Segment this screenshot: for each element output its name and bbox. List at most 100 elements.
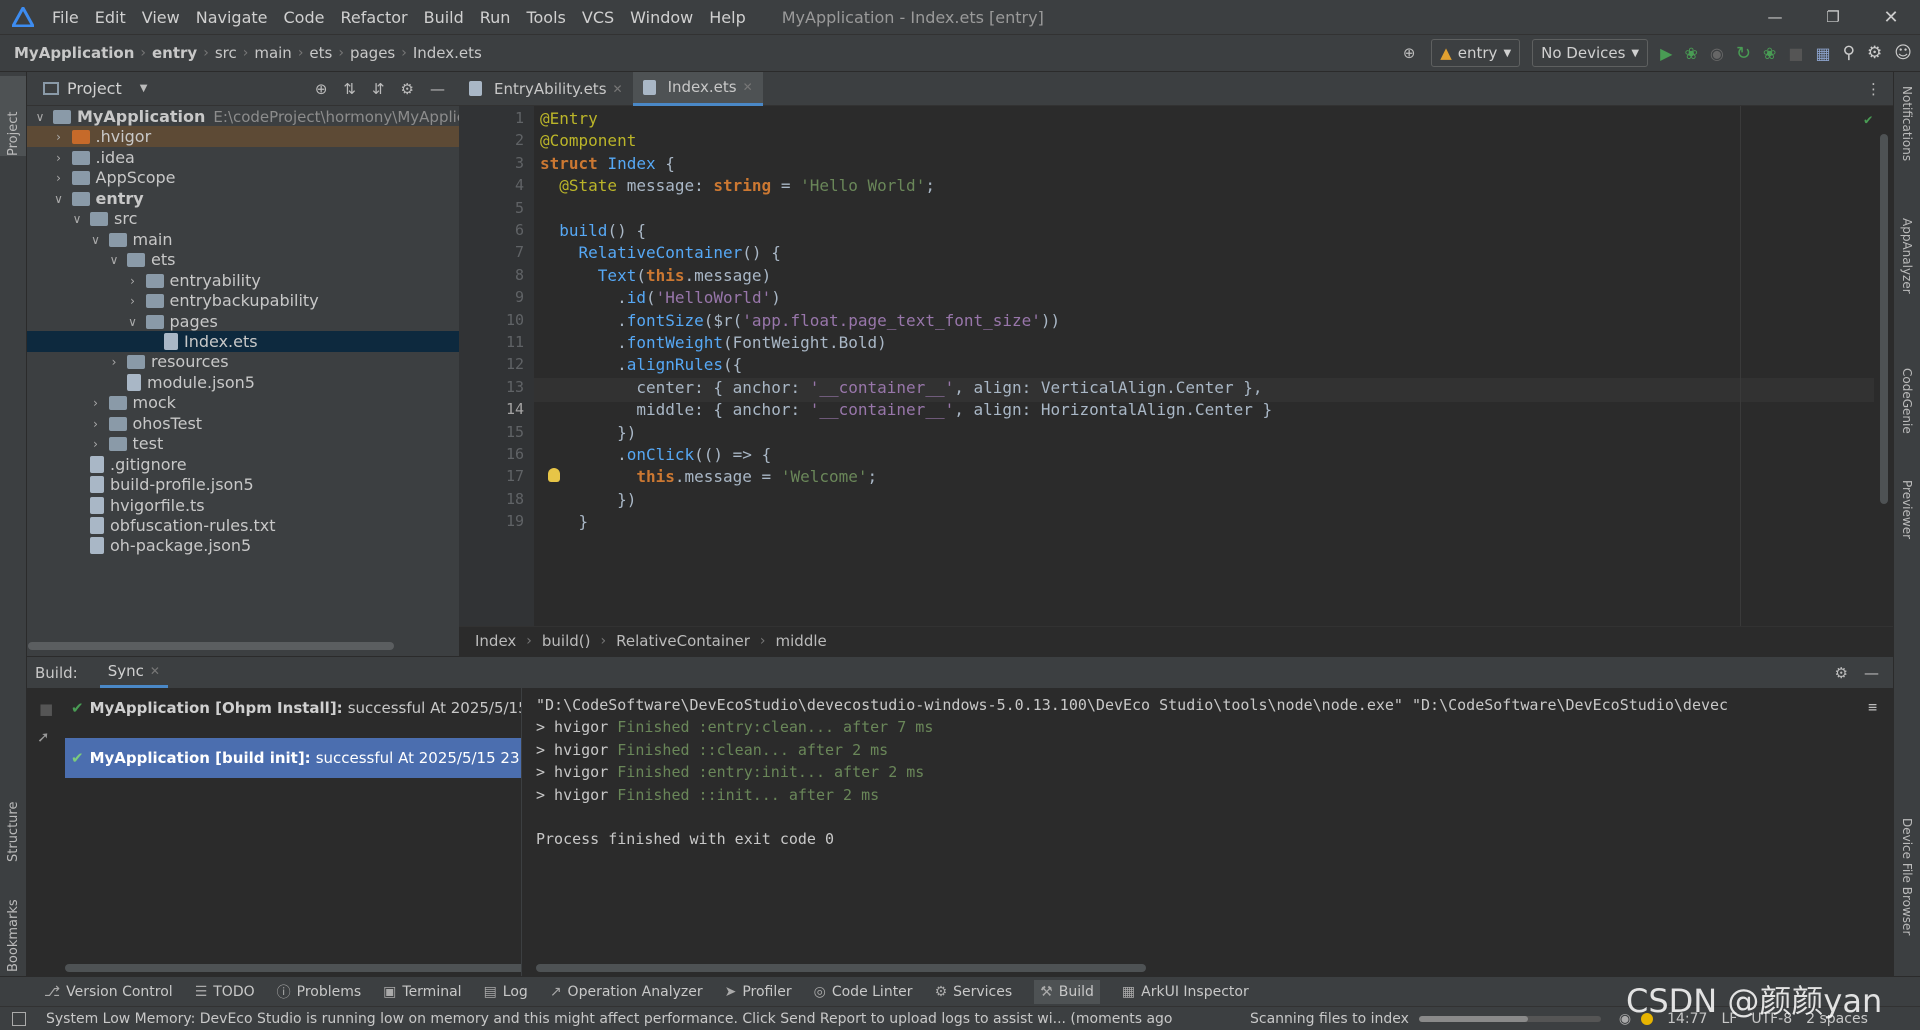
editor-breadcrumb-item[interactable]: build() xyxy=(542,632,591,650)
code-line[interactable]: center: { anchor: '__container__', align… xyxy=(540,378,1262,397)
expand-all-icon[interactable]: ⇅ xyxy=(343,80,356,98)
code-line[interactable]: Text(this.message) xyxy=(540,266,771,285)
menu-tools[interactable]: Tools xyxy=(526,8,565,27)
editor-breadcrumb-item[interactable]: RelativeContainer xyxy=(616,632,750,650)
tab-index[interactable]: Index.ets ✕ xyxy=(632,71,763,106)
build-task-row[interactable]: ✔ MyApplication [build init]: successful… xyxy=(65,738,521,778)
chevron-down-icon[interactable]: ∨ xyxy=(52,192,66,206)
menu-view[interactable]: View xyxy=(142,8,180,27)
debug-icon[interactable]: ❀ xyxy=(1684,44,1697,63)
hide-panel-icon[interactable]: — xyxy=(430,80,445,98)
menu-run[interactable]: Run xyxy=(480,8,511,27)
code-line[interactable]: }) xyxy=(540,490,636,509)
project-tree-scrollbar[interactable] xyxy=(28,642,394,650)
breadcrumb-item[interactable]: Index.ets xyxy=(413,44,482,62)
more-tabs-icon[interactable]: ⋮ xyxy=(1866,80,1881,98)
menu-help[interactable]: Help xyxy=(709,8,745,27)
locate-file-icon[interactable]: ⊕ xyxy=(315,80,328,98)
chevron-down-icon[interactable]: ∨ xyxy=(33,110,47,124)
stop-build-icon[interactable]: ■ xyxy=(39,700,53,718)
stripe-device-file-browser[interactable]: Device File Browser xyxy=(1900,818,1914,939)
restore-button[interactable]: ❐ xyxy=(1804,0,1862,34)
chevron-right-icon[interactable]: › xyxy=(52,171,66,185)
chevron-right-icon[interactable]: › xyxy=(52,151,66,165)
breadcrumb-item[interactable]: pages xyxy=(350,44,395,62)
stop-icon[interactable]: ■ xyxy=(1788,44,1803,63)
toolwindow-version-control[interactable]: ⎇ Version Control xyxy=(44,984,173,1000)
gear-icon[interactable]: ⚙ xyxy=(1835,664,1848,682)
code-line[interactable]: RelativeContainer() { xyxy=(540,243,781,262)
tasks-scrollbar[interactable] xyxy=(65,964,525,972)
toolwindow-code-linter[interactable]: ◎ Code Linter xyxy=(814,984,913,1000)
chevron-down-icon[interactable]: ∨ xyxy=(70,212,84,226)
code-line[interactable]: build() { xyxy=(540,221,646,240)
chevron-right-icon[interactable]: › xyxy=(52,130,66,144)
module-select[interactable]: ▲ entry ▼ xyxy=(1431,39,1521,67)
chevron-right-icon[interactable]: › xyxy=(107,355,121,369)
settings-icon[interactable]: ⚙ xyxy=(1867,43,1882,63)
code-line[interactable]: struct Index { xyxy=(540,154,675,173)
code-editor[interactable]: ✔ @Entry @Component struct Index { @State … xyxy=(534,106,1888,626)
run-icon[interactable]: ▶ xyxy=(1660,44,1672,63)
code-line[interactable]: .alignRules({ xyxy=(540,355,742,374)
breadcrumb-item[interactable]: main xyxy=(254,44,291,62)
build-task-row[interactable]: ✔ MyApplication [Ohpm Install]: successf… xyxy=(65,688,521,728)
intention-bulb-icon[interactable] xyxy=(548,468,560,482)
breadcrumb-item[interactable]: MyApplication xyxy=(14,44,134,62)
chevron-right-icon[interactable]: › xyxy=(89,437,103,451)
menu-refactor[interactable]: Refactor xyxy=(340,8,407,27)
hide-panel-icon[interactable]: — xyxy=(1864,664,1879,682)
editor-breadcrumb-item[interactable]: middle xyxy=(776,632,827,650)
attach-debugger-icon[interactable]: ◉ xyxy=(1710,44,1724,63)
close-tab-icon[interactable]: ✕ xyxy=(743,80,753,94)
code-line[interactable]: @State message: string = 'Hello World'; xyxy=(540,176,935,195)
tree-node[interactable]: oh-package.json5 xyxy=(70,533,251,558)
stripe-structure[interactable]: Structure xyxy=(0,762,26,862)
chevron-right-icon[interactable]: › xyxy=(89,396,103,410)
toolwindow-arkui-inspector[interactable]: ▦ ArkUI Inspector xyxy=(1122,984,1249,1000)
menu-edit[interactable]: Edit xyxy=(95,8,126,27)
close-tab-icon[interactable]: ✕ xyxy=(613,82,623,96)
rerun-icon[interactable]: ↻ xyxy=(1736,43,1751,64)
toolwindow-profiler[interactable]: ➤ Profiler xyxy=(725,984,792,1000)
menu-file[interactable]: File xyxy=(52,8,79,27)
soft-wrap-icon[interactable]: ≡ xyxy=(1868,698,1877,716)
toolwindow-todo[interactable]: ☰ TODO xyxy=(195,984,255,1000)
collapse-all-icon[interactable]: ⇵ xyxy=(372,80,385,98)
code-line[interactable]: @Entry xyxy=(540,109,598,128)
status-message[interactable]: System Low Memory: DevEco Studio is runn… xyxy=(46,1011,1232,1027)
code-line[interactable]: .fontWeight(FontWeight.Bold) xyxy=(540,333,887,352)
output-scrollbar[interactable] xyxy=(536,964,1146,972)
code-line[interactable]: middle: { anchor: '__container__', align… xyxy=(540,400,1272,419)
menu-vcs[interactable]: VCS xyxy=(582,8,614,27)
chevron-down-icon[interactable]: ∨ xyxy=(89,233,103,247)
toolwindow-operation-analyzer[interactable]: ↗ Operation Analyzer xyxy=(550,984,703,1000)
stripe-bookmarks[interactable]: Bookmarks xyxy=(0,872,26,972)
account-icon[interactable]: ☺ xyxy=(1894,43,1912,63)
code-line[interactable]: @Component xyxy=(540,131,636,150)
close-button[interactable]: ✕ xyxy=(1862,0,1920,34)
chevron-right-icon[interactable]: › xyxy=(89,417,103,431)
menu-window[interactable]: Window xyxy=(630,8,693,27)
chevron-right-icon[interactable]: › xyxy=(126,294,140,308)
device-select[interactable]: No Devices ▼ xyxy=(1532,39,1649,67)
search-icon[interactable]: ⚲ xyxy=(1843,43,1855,63)
toolwindow-problems[interactable]: ⓘ Problems xyxy=(277,982,362,1002)
editor-breadcrumb-item[interactable]: Index xyxy=(475,632,516,650)
build-output[interactable]: ≡ "D:\CodeSoftware\DevEcoStudio\devecost… xyxy=(521,688,1893,976)
chevron-down-icon[interactable]: ∨ xyxy=(107,253,121,267)
stripe-previewer[interactable]: Previewer xyxy=(1900,480,1914,543)
breadcrumb-item[interactable]: entry xyxy=(152,44,197,62)
code-line[interactable]: }) xyxy=(540,423,636,442)
profile-icon[interactable]: ❀ xyxy=(1763,44,1776,63)
toolwindow-services[interactable]: ⚙ Services xyxy=(935,984,1013,1000)
gear-icon[interactable]: ⚙ xyxy=(401,80,414,98)
pin-icon[interactable]: ➚ xyxy=(37,728,50,746)
menu-code[interactable]: Code xyxy=(284,8,325,27)
menu-navigate[interactable]: Navigate xyxy=(196,8,268,27)
menu-build[interactable]: Build xyxy=(424,8,464,27)
stripe-appanalyzer[interactable]: AppAnalyzer xyxy=(1900,218,1914,298)
tab-entryability[interactable]: EntryAbility.ets ✕ xyxy=(459,72,633,106)
code-line[interactable]: .id('HelloWorld') xyxy=(540,288,781,307)
chevron-down-icon[interactable]: ▼ xyxy=(140,83,148,94)
